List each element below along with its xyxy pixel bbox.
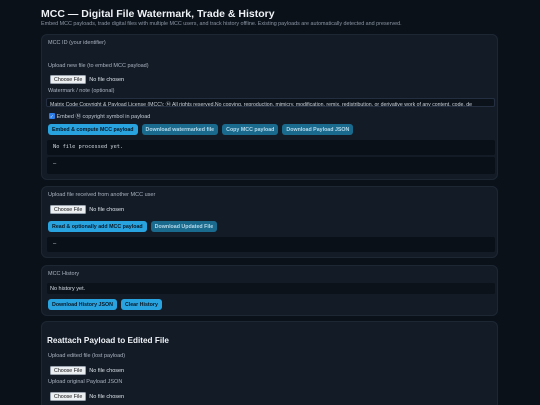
mcc-id-label: MCC ID (your identifier) [48,40,106,46]
history-card: MCC History No history yet. Download His… [41,265,498,316]
trade-output: — [47,237,495,252]
upload-new-file-label: Upload new file (to embed MCC payload) [48,63,149,69]
download-history-button[interactable]: Download History JSON [48,299,117,310]
file-status: No file chosen [89,76,125,83]
read-payload-button[interactable]: Read & optionally add MCC payload [48,221,147,232]
reattach-title: Reattach Payload to Edited File [47,336,169,345]
embed-compute-button[interactable]: Embed & compute MCC payload [48,124,138,135]
edited-file-label: Upload edited file (lost payload) [48,353,126,359]
download-payload-json-button[interactable]: Download Payload JSON [282,124,354,135]
choose-file-button[interactable]: Choose File [50,392,87,401]
upload-new-file-input[interactable]: Choose File No file chosen [50,75,124,84]
download-updated-button[interactable]: Download Updated File [150,221,218,232]
history-list: No history yet. [47,283,495,294]
note-label: Watermark / note (optional) [48,88,115,94]
page-title: MCC — Digital File Watermark, Trade & Hi… [41,8,275,20]
history-status: No history yet. [50,285,86,292]
original-json-input[interactable]: Choose File No file chosen [50,392,124,401]
choose-file-button[interactable]: Choose File [50,205,87,214]
download-watermarked-button[interactable]: Download watermarked file [141,124,219,135]
trade-output-text: — [53,241,57,247]
embed-button-row: Embed & compute MCC payload Download wat… [48,124,354,135]
embed-output-text: No file processed yet. [53,144,124,150]
received-file-input[interactable]: Choose File No file chosen [50,205,124,214]
history-button-row: Download History JSON Clear History [48,299,162,310]
embed-symbol-checkbox-row[interactable]: ✓ Embed Ⓜ copyright symbol in payload [49,112,150,120]
embed-symbol-checkbox[interactable]: ✓ [49,113,55,119]
choose-file-button[interactable]: Choose File [50,366,87,375]
received-file-label: Upload file received from another MCC us… [48,192,156,198]
reattach-card: Reattach Payload to Edited File Upload e… [41,321,498,405]
file-status: No file chosen [89,367,125,374]
embed-output: No file processed yet. [47,140,495,155]
edited-file-input[interactable]: Choose File No file chosen [50,366,124,375]
copy-payload-button[interactable]: Copy MCC payload [222,124,279,135]
embed-symbol-label: Embed Ⓜ copyright symbol in payload [56,114,151,120]
file-status: No file chosen [89,206,125,213]
original-json-label: Upload original Payload JSON [48,379,123,385]
clear-history-button[interactable]: Clear History [120,299,162,310]
note-input[interactable]: Matrix Code Copyright & Payload License … [46,98,495,107]
embed-secondary-output: — [47,157,495,174]
page-subtitle: Embed MCC payloads, trade digital files … [41,21,402,27]
embed-card: MCC ID (your identifier) Upload new file… [41,34,498,180]
trade-button-row: Read & optionally add MCC payload Downlo… [48,221,218,232]
trade-card: Upload file received from another MCC us… [41,186,498,258]
history-label: MCC History [48,271,80,277]
choose-file-button[interactable]: Choose File [50,75,87,84]
embed-secondary-text: — [53,161,57,167]
file-status: No file chosen [89,393,125,400]
